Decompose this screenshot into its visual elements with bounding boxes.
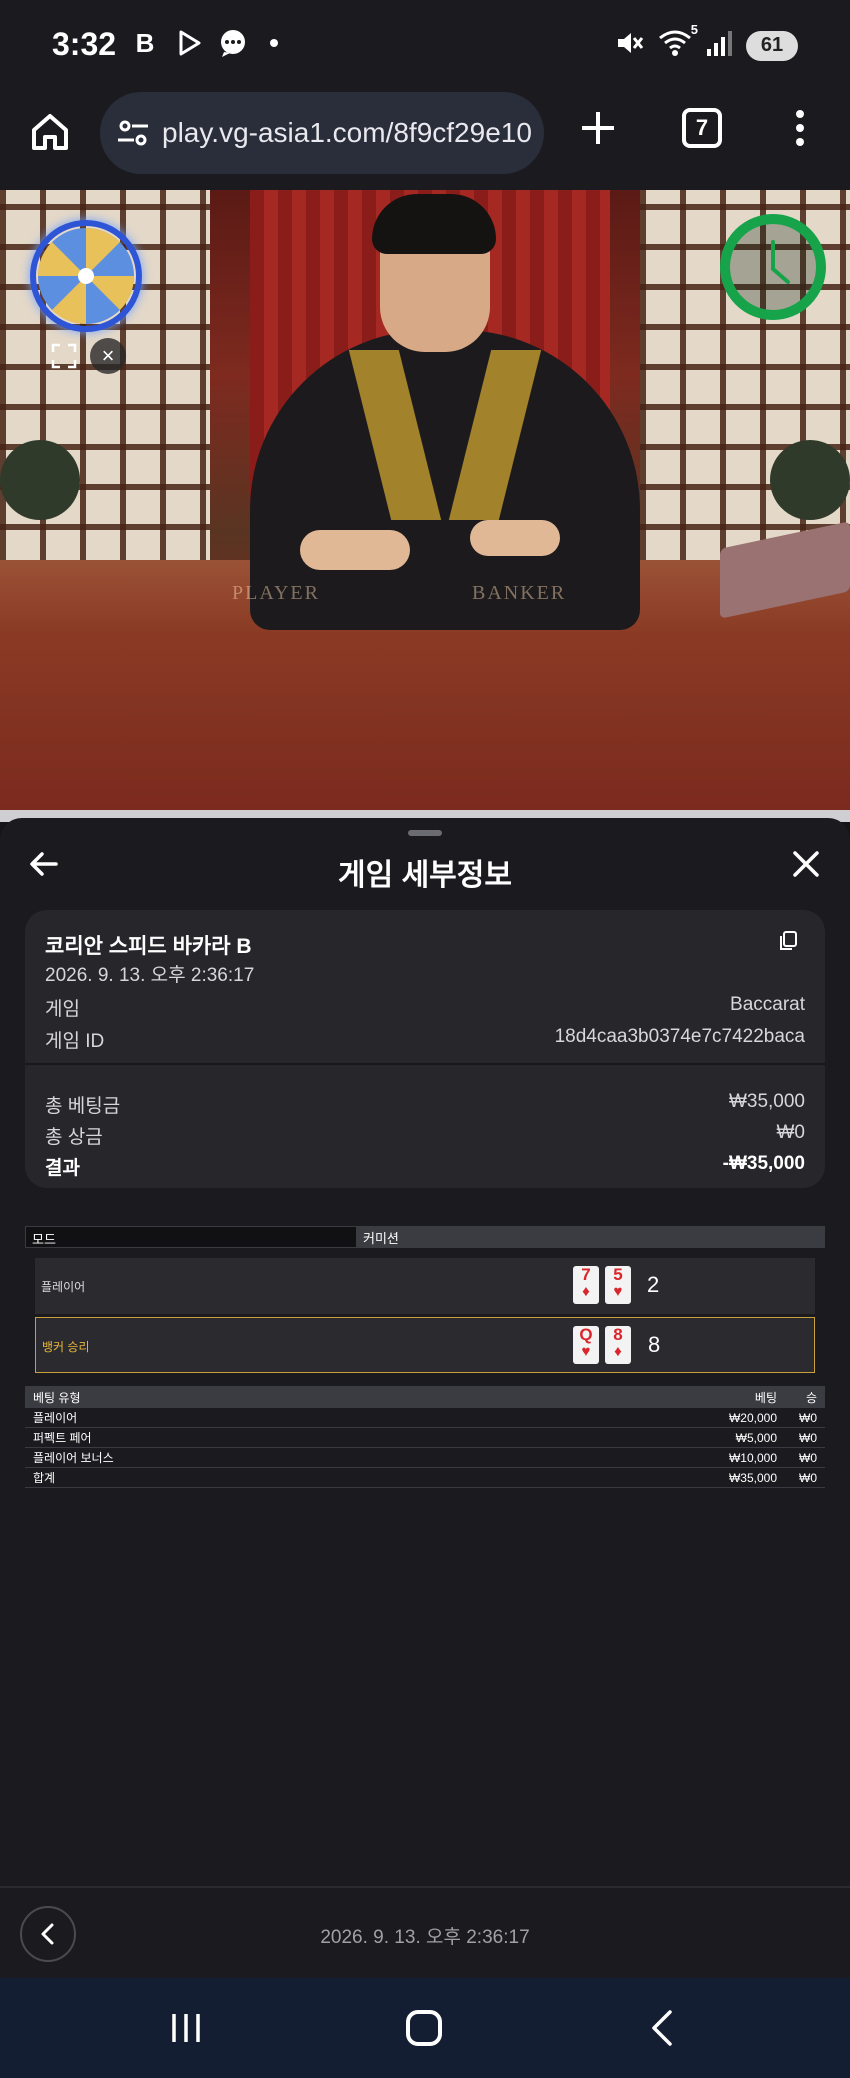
- bet-table-header: 베팅 유형 베팅 승: [25, 1386, 825, 1408]
- sheet-drag-handle[interactable]: [408, 830, 442, 836]
- table-row: 퍼펙트 페어 ₩5,000 ₩0: [25, 1428, 825, 1448]
- bonsai-left: [0, 440, 80, 520]
- mute-icon: [614, 28, 644, 63]
- close-video-icon[interactable]: ×: [90, 338, 126, 374]
- row-result: 결과 -₩35,000: [45, 1153, 805, 1180]
- table-row-total: 합계 ₩35,000 ₩0: [25, 1468, 825, 1488]
- bet-table: 베팅 유형 베팅 승 플레이어 ₩20,000 ₩0 퍼펙트 페어 ₩5,000…: [25, 1386, 825, 1488]
- table-label-player: PLAYER: [232, 582, 320, 604]
- close-icon[interactable]: [790, 848, 822, 880]
- status-bar: 3:32 B 5 61: [0, 0, 850, 90]
- home-icon[interactable]: [28, 110, 72, 154]
- timer-icon: [720, 214, 826, 320]
- more-options-icon[interactable]: [790, 106, 810, 150]
- status-time: 3:32: [52, 26, 117, 62]
- home-nav-icon[interactable]: [406, 2010, 442, 2046]
- row-game-id: 게임 ID 18d4caa3b0374e7c7422baca: [45, 1026, 805, 1053]
- b-icon: B: [135, 27, 155, 58]
- row-game: 게임 Baccarat: [45, 994, 805, 1021]
- notification-dot: [270, 39, 278, 47]
- signal-icon: [706, 29, 732, 62]
- row-total-bet: 총 베팅금 ₩35,000: [45, 1091, 805, 1118]
- row-value: Baccarat: [730, 994, 805, 1015]
- playing-card: 7 ♦: [573, 1266, 599, 1304]
- system-nav-bar: [0, 1978, 850, 2078]
- recents-icon[interactable]: [168, 2010, 204, 2046]
- fullscreen-icon[interactable]: [50, 342, 78, 370]
- mode-label: 모드: [25, 1226, 357, 1248]
- hand-score: 8: [648, 1332, 661, 1357]
- playing-card: 8 ♦: [605, 1326, 631, 1364]
- game-details-sheet: 게임 세부정보 코리안 스피드 바카라 B 2026. 9. 13. 오후 2:…: [0, 818, 850, 1978]
- divider: [25, 1063, 825, 1065]
- playing-card: 5 ♥: [605, 1266, 631, 1304]
- game-name: 코리안 스피드 바카라 B: [45, 935, 252, 958]
- row-value: -₩35,000: [722, 1153, 805, 1174]
- divider: [0, 1886, 850, 1888]
- row-total-win: 총 상금 ₩0: [45, 1122, 805, 1149]
- battery-indicator: 61: [746, 30, 798, 61]
- live-video-stream[interactable]: PLAYER BANKER ×: [0, 190, 850, 810]
- new-tab-icon[interactable]: [578, 108, 618, 148]
- wifi-icon: 5: [658, 22, 698, 63]
- commission-label: 커미션: [357, 1226, 825, 1248]
- table-row: 플레이어 보너스 ₩10,000 ₩0: [25, 1448, 825, 1468]
- table-row: 플레이어 ₩20,000 ₩0: [25, 1408, 825, 1428]
- row-label: 총 베팅금: [45, 1096, 121, 1117]
- hand-label: 뱅커 승리: [42, 1340, 90, 1354]
- wifi-label: 5: [690, 22, 698, 37]
- footer-datetime: 2026. 9. 13. 오후 2:36:17: [320, 1927, 530, 1948]
- row-label: 결과: [45, 1158, 80, 1179]
- playing-card: Q ♥: [573, 1326, 599, 1364]
- sheet-title: 게임 세부정보: [338, 859, 512, 892]
- tab-switcher-button[interactable]: 7: [682, 108, 722, 148]
- url-bar[interactable]: play.vg-asia1.com/8f9cf29e10: [100, 92, 544, 174]
- table-label-banker: BANKER: [472, 582, 567, 604]
- bonus-wheel-icon[interactable]: [30, 220, 142, 332]
- hand-score: 2: [647, 1272, 660, 1297]
- col-win: 승: [805, 1390, 817, 1405]
- browser-toolbar: play.vg-asia1.com/8f9cf29e10 7: [0, 90, 850, 190]
- hand-row-player: 플레이어 7 ♦ 5 ♥ 2: [35, 1258, 815, 1314]
- hand-row-banker: 뱅커 승리 Q ♥ 8 ♦ 8: [35, 1317, 815, 1373]
- game-datetime: 2026. 9. 13. 오후 2:36:17: [45, 965, 255, 986]
- bonsai-right: [770, 440, 850, 520]
- copy-icon[interactable]: [777, 930, 799, 952]
- row-label: 총 상금: [45, 1127, 103, 1148]
- site-settings-icon[interactable]: [116, 116, 150, 150]
- row-label: 게임 ID: [45, 1031, 105, 1052]
- mode-header: 모드 커미션: [25, 1226, 825, 1248]
- col-bet-type: 베팅 유형: [33, 1390, 81, 1405]
- play-store-icon: [174, 28, 204, 58]
- row-value: ₩35,000: [728, 1091, 805, 1112]
- messages-icon: [218, 28, 248, 58]
- row-value: ₩0: [776, 1122, 806, 1143]
- row-label: 게임: [45, 999, 80, 1020]
- game-summary-card: 코리안 스피드 바카라 B 2026. 9. 13. 오후 2:36:17 게임…: [25, 910, 825, 1188]
- row-value[interactable]: 18d4caa3b0374e7c7422baca: [555, 1026, 805, 1053]
- hand-label: 플레이어: [41, 1280, 86, 1294]
- url-text: play.vg-asia1.com/8f9cf29e10: [162, 117, 532, 148]
- back-nav-icon[interactable]: [646, 2010, 676, 2046]
- col-bet: 베팅: [754, 1390, 777, 1405]
